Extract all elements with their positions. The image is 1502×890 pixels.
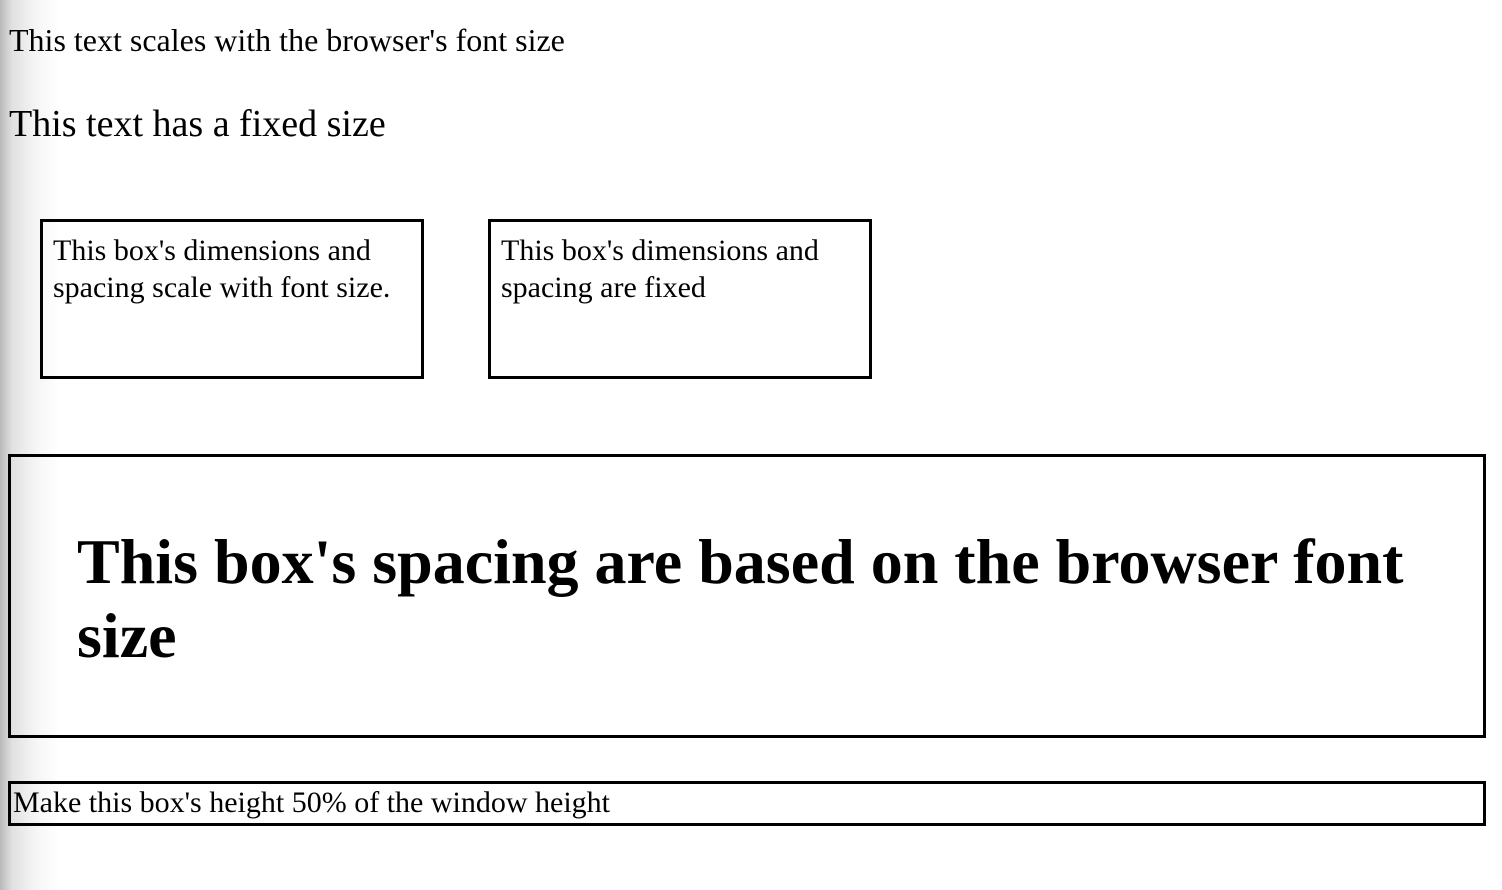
- scaling-dimensions-box-text: This box's dimensions and spacing scale …: [53, 234, 391, 304]
- fixed-text-paragraph: This text has a fixed size: [9, 103, 386, 145]
- scaling-text-paragraph: This text scales with the browser's font…: [9, 22, 565, 58]
- spacing-box-heading: This box's spacing are based on the brow…: [77, 526, 1404, 671]
- font-based-spacing-box: This box's spacing are based on the brow…: [8, 454, 1486, 738]
- fixed-dimensions-box: This box's dimensions and spacing are fi…: [488, 219, 872, 379]
- window-height-box-text: Make this box's height 50% of the window…: [13, 786, 610, 819]
- scaling-dimensions-box: This box's dimensions and spacing scale …: [40, 219, 424, 379]
- window-height-box: Make this box's height 50% of the window…: [8, 781, 1486, 826]
- fixed-dimensions-box-text: This box's dimensions and spacing are fi…: [501, 234, 819, 304]
